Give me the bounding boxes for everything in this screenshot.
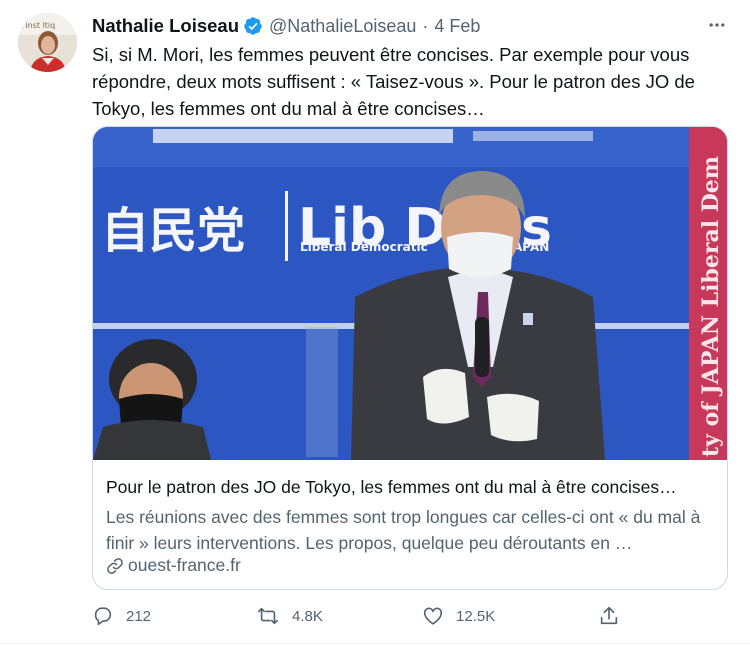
verified-badge-icon: [244, 17, 262, 35]
header-separator: ·: [422, 15, 429, 36]
link-card[interactable]: 自民党 Lib D s Liberal Democratic APAN ty o…: [92, 126, 728, 590]
retweet-icon: [258, 607, 278, 625]
tweet-header: Nathalie Loiseau @NathalieLoiseau · 4 Fe…: [92, 14, 480, 38]
card-title: Pour le patron des JO de Tokyo, les femm…: [106, 477, 677, 497]
retweet-button[interactable]: 4.8K: [256, 601, 323, 631]
divider: [0, 643, 750, 644]
like-icon: [423, 607, 443, 625]
avatar-sign-text: l'inst ltiq: [21, 21, 55, 30]
more-icon: [709, 23, 725, 27]
tweet[interactable]: l'inst ltiq Nathalie Loiseau @NathalieLo…: [0, 0, 750, 645]
like-button[interactable]: 12.5K: [422, 601, 495, 631]
author-name[interactable]: Nathalie Loiseau: [92, 15, 239, 37]
reply-icon: [94, 607, 112, 626]
action-bar: 212 4.8K 12.5K: [92, 601, 632, 631]
link-icon: [107, 557, 123, 574]
avatar[interactable]: l'inst ltiq: [18, 13, 77, 72]
reply-button[interactable]: 212: [92, 601, 151, 631]
card-image: 自民党 Lib D s Liberal Democratic APAN ty o…: [93, 127, 727, 460]
card-image-kanji: 自民党: [101, 203, 245, 259]
tweet-timestamp[interactable]: 4 Feb: [434, 16, 480, 37]
card-domain[interactable]: ouest-france.fr: [106, 555, 241, 576]
card-description: Les réunions avec des femmes sont trop l…: [106, 507, 701, 553]
card-image-logo-subtext: Liberal Democratic: [300, 240, 428, 254]
more-options-button[interactable]: [706, 14, 728, 36]
like-count: 12.5K: [456, 607, 496, 625]
share-icon: [600, 606, 618, 625]
tweet-text: Si, si M. Mori, les femmes peuvent être …: [92, 44, 695, 119]
card-image-banner-text: ty of JAPAN Liberal Dem: [698, 156, 724, 457]
retweet-count: 4.8K: [292, 607, 323, 625]
share-button[interactable]: [598, 601, 620, 631]
reply-count: 212: [126, 607, 152, 625]
card-domain-text: ouest-france.fr: [128, 555, 241, 575]
author-handle[interactable]: @NathalieLoiseau: [269, 16, 416, 37]
